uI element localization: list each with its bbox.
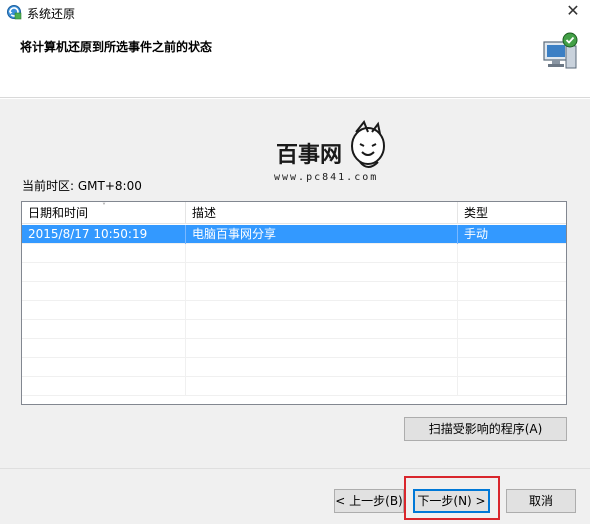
page-title: 将计算机还原到所选事件之前的状态 [20, 40, 213, 54]
highlight-annotation-box [404, 476, 500, 520]
empty-row [22, 320, 566, 339]
column-header-description[interactable]: 描述 [186, 202, 458, 224]
timezone-label: 当前时区: GMT+8:00 [22, 179, 142, 193]
restore-points-table[interactable]: 日期和时间 ˅ 描述 类型 2015/8/17 10:50:19 电脑百事网分享… [21, 201, 567, 405]
dialog-header: 将计算机还原到所选事件之前的状态 [0, 24, 590, 98]
empty-row [22, 377, 566, 396]
empty-row [22, 244, 566, 263]
window-title: 系统还原 [27, 7, 76, 21]
title-bar: 系统还原 ✕ [0, 0, 590, 24]
logo-url-text: www.pc841.com [274, 172, 378, 183]
column-label-type: 类型 [464, 206, 489, 220]
cell-datetime: 2015/8/17 10:50:19 [22, 225, 186, 244]
back-button[interactable]: < 上一步(B) [334, 489, 404, 513]
close-button[interactable]: ✕ [556, 0, 590, 24]
system-restore-icon [7, 5, 22, 20]
sort-arrow-icon: ˅ [102, 202, 106, 211]
pc841-logo: 百事网 www.pc841.com [274, 120, 385, 183]
column-header-datetime[interactable]: 日期和时间 ˅ [22, 202, 186, 224]
empty-row [22, 339, 566, 358]
column-label-datetime: 日期和时间 [28, 206, 89, 220]
column-header-type[interactable]: 类型 [458, 202, 566, 224]
table-header: 日期和时间 ˅ 描述 类型 [22, 202, 566, 224]
cancel-button[interactable]: 取消 [506, 489, 576, 513]
table-row[interactable]: 2015/8/17 10:50:19 电脑百事网分享 手动 [22, 225, 566, 244]
dialog-footer [0, 468, 590, 524]
logo-main-text: 百事网 [276, 142, 342, 168]
cell-description: 电脑百事网分享 [186, 225, 458, 244]
empty-row [22, 301, 566, 320]
column-label-description: 描述 [192, 206, 217, 220]
scan-affected-programs-button[interactable]: 扫描受影响的程序(A) [404, 417, 567, 441]
close-icon: ✕ [566, 1, 580, 20]
cell-type: 手动 [464, 227, 489, 241]
empty-row [22, 263, 566, 282]
empty-row [22, 282, 566, 301]
empty-row [22, 358, 566, 377]
computer-restore-icon [543, 32, 578, 69]
